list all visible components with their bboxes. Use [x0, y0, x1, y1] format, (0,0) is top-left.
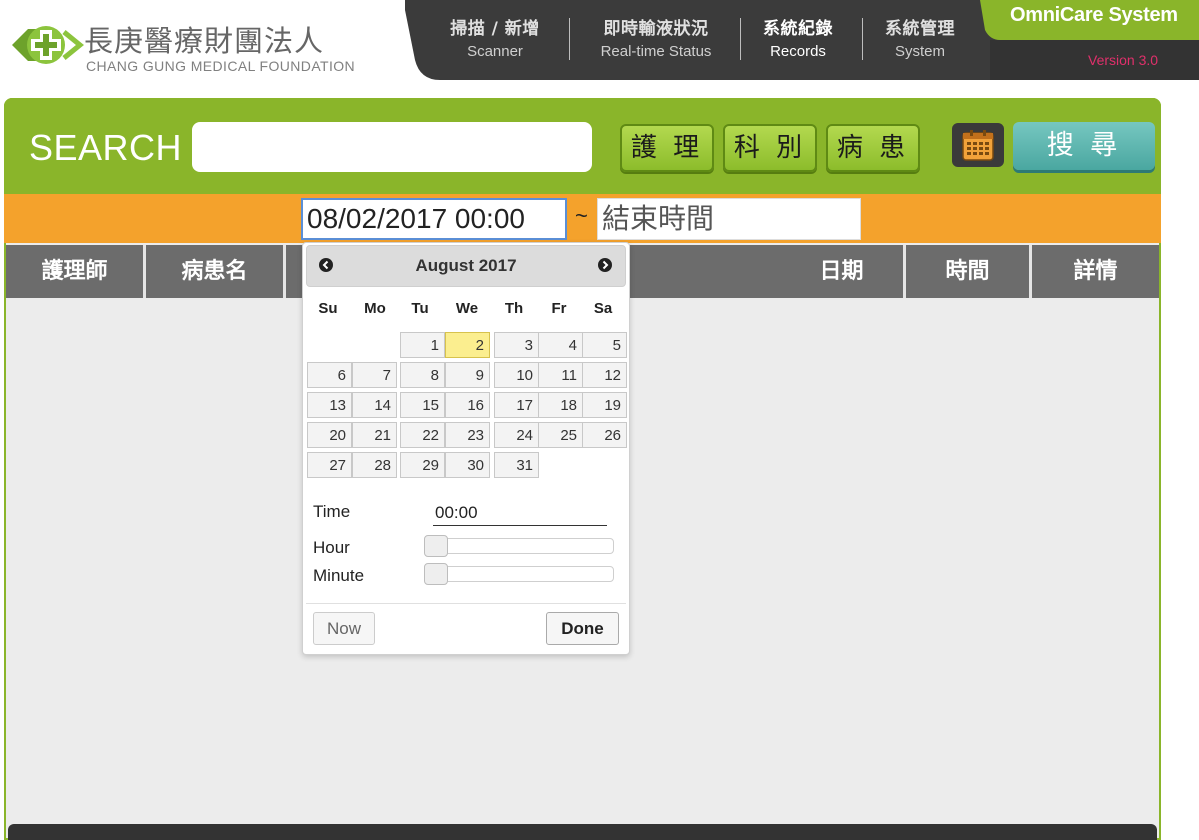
day-cell[interactable]: 14	[352, 392, 397, 418]
nav-divider	[569, 18, 570, 60]
nav-realtime-zh: 即時輸液狀況	[603, 19, 709, 39]
nav-realtime-en: Real-time Status	[600, 43, 712, 60]
hour-slider-handle[interactable]	[424, 535, 448, 557]
nav-divider	[740, 18, 741, 60]
day-cell[interactable]: 28	[352, 452, 397, 478]
weekday-label: Sa	[593, 300, 613, 317]
search-label: SEARCH	[29, 127, 183, 168]
day-cell[interactable]: 11	[538, 362, 583, 388]
day-cell[interactable]: 5	[582, 332, 627, 358]
day-cell[interactable]: 16	[445, 392, 490, 418]
time-value: 00:00	[433, 503, 607, 526]
time-label: Time	[313, 502, 351, 521]
brand-name: OmniCare System	[1010, 4, 1178, 26]
calendar-icon	[962, 130, 994, 161]
day-cell[interactable]: 9	[445, 362, 490, 388]
weekday-label: We	[455, 300, 479, 317]
day-cell[interactable]: 23	[445, 422, 490, 448]
done-button[interactable]: Done	[546, 612, 619, 645]
weekday-label: Fr	[551, 300, 567, 317]
footer-bar	[8, 824, 1157, 840]
day-cell[interactable]: 20	[307, 422, 352, 448]
day-cell[interactable]: 10	[494, 362, 539, 388]
end-date-input[interactable]: 結束時間	[597, 198, 861, 240]
datepicker-divider	[306, 603, 626, 604]
nav-system-zh: 系統管理	[885, 19, 955, 39]
day-cell[interactable]: 29	[400, 452, 445, 478]
department-filter-button[interactable]: 科 別	[723, 124, 817, 172]
day-cell[interactable]: 4	[538, 332, 583, 358]
hour-slider[interactable]	[426, 538, 614, 554]
nav-realtime-status[interactable]: 即時輸液狀況 Real-time Status	[580, 14, 732, 60]
minute-slider[interactable]	[426, 566, 614, 582]
column-header-patient[interactable]: 病患名	[146, 245, 286, 298]
calendar-button[interactable]	[952, 123, 1004, 167]
page: 長庚醫療財團法人 CHANG GUNG MEDICAL FOUNDATION 掃…	[0, 0, 1199, 840]
nav-scanner[interactable]: 掃描 / 新增 Scanner	[430, 14, 560, 60]
day-cell[interactable]: 6	[307, 362, 352, 388]
nav-records-zh: 系統紀錄	[763, 19, 833, 39]
next-month-button[interactable]	[598, 258, 612, 272]
day-cell[interactable]: 7	[352, 362, 397, 388]
day-cell[interactable]: 17	[494, 392, 539, 418]
patient-filter-button[interactable]: 病 患	[826, 124, 920, 172]
weekday-label: Su	[318, 300, 338, 317]
day-cell[interactable]: 19	[582, 392, 627, 418]
day-cell[interactable]: 25	[538, 422, 583, 448]
start-date-input[interactable]: 08/02/2017 00:00	[301, 198, 567, 240]
date-range-separator: ~	[575, 203, 588, 228]
day-cell[interactable]: 13	[307, 392, 352, 418]
column-header-time[interactable]: 時間	[906, 245, 1032, 298]
search-button[interactable]: 搜 尋	[1013, 122, 1155, 170]
day-cell[interactable]: 1	[400, 332, 445, 358]
weekday-label: Tu	[411, 300, 429, 317]
day-cell[interactable]: 24	[494, 422, 539, 448]
day-cell[interactable]: 18	[538, 392, 583, 418]
nav-records-en: Records	[770, 43, 826, 60]
day-cell[interactable]: 27	[307, 452, 352, 478]
day-cell[interactable]: 26	[582, 422, 627, 448]
minute-slider-handle[interactable]	[424, 563, 448, 585]
nav-scanner-en: Scanner	[467, 43, 523, 60]
now-button[interactable]: Now	[313, 612, 375, 645]
hour-label: Hour	[313, 538, 350, 557]
chevron-right-icon	[602, 260, 609, 270]
day-cell[interactable]: 30	[445, 452, 490, 478]
nav-divider	[862, 18, 863, 60]
day-cell[interactable]: 8	[400, 362, 445, 388]
datepicker-month-title: August 2017	[415, 256, 517, 275]
top-navigation: 掃描 / 新增 Scanner 即時輸液狀況 Real-time Status …	[0, 0, 1199, 82]
version-label: Version 3.0	[1088, 52, 1159, 68]
day-cell[interactable]: 22	[400, 422, 445, 448]
weekday-label: Th	[504, 300, 524, 317]
minute-label: Minute	[313, 566, 365, 585]
nav-scanner-zh: 掃描 / 新增	[450, 19, 540, 39]
nursing-filter-button[interactable]: 護 理	[620, 124, 714, 172]
column-header-date[interactable]: 日期	[780, 245, 906, 298]
nav-system-en: System	[894, 43, 945, 60]
day-cell[interactable]: 31	[494, 452, 539, 478]
day-cell[interactable]: 12	[582, 362, 627, 388]
day-cell-selected[interactable]: 2	[445, 332, 490, 358]
column-header-details[interactable]: 詳情	[1032, 245, 1159, 298]
weekday-label: Mo	[364, 300, 386, 317]
day-cell[interactable]: 15	[400, 392, 445, 418]
nav-system[interactable]: 系統管理 System	[870, 14, 970, 60]
nav-records[interactable]: 系統紀錄 Records	[748, 14, 848, 60]
day-cell[interactable]: 3	[494, 332, 539, 358]
day-cell[interactable]: 21	[352, 422, 397, 448]
column-header-nurse[interactable]: 護理師	[6, 245, 146, 298]
search-input[interactable]	[192, 122, 592, 172]
